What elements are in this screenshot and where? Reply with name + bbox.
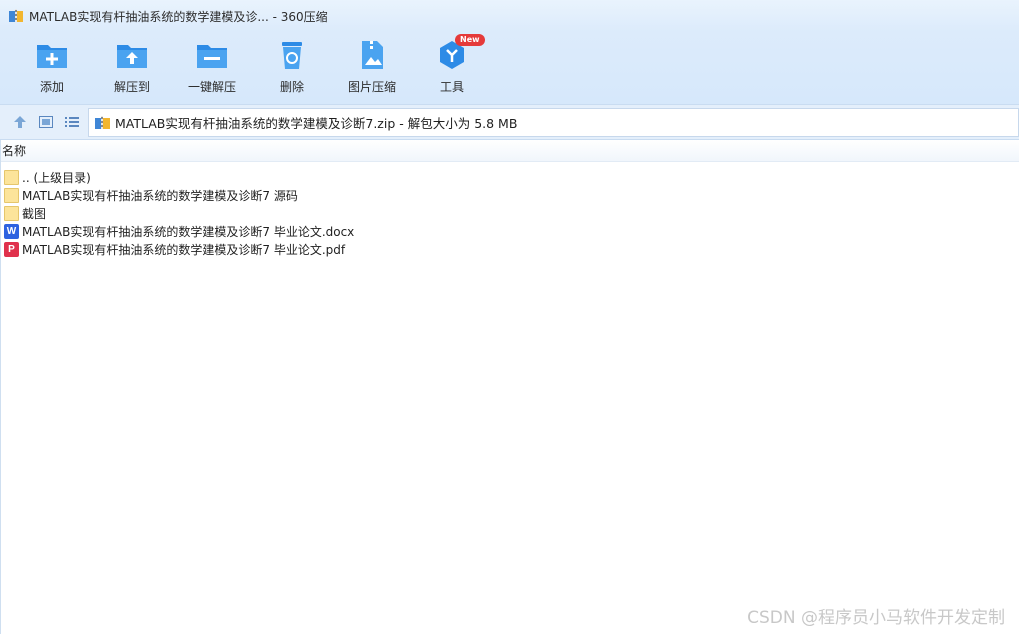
folder-icon [4, 187, 19, 203]
tools-label: 工具 [439, 80, 464, 94]
path-field[interactable]: MATLAB实现有杆抽油系统的数学建模及诊断7.zip - 解包大小为 5.8 … [88, 108, 1019, 137]
zip-archive-icon [95, 115, 110, 129]
archive-path-text: MATLAB实现有杆抽油系统的数学建模及诊断7.zip - 解包大小为 5.8 … [115, 116, 518, 131]
list-item-parent-dir[interactable]: .. (上级目录) [1, 168, 1019, 186]
up-arrow-icon[interactable] [12, 114, 28, 130]
list-item-label: .. (上级目录) [22, 170, 91, 185]
new-badge: New [455, 34, 485, 46]
delete-button[interactable]: 删除 [257, 38, 327, 98]
column-header-label: 名称 [2, 144, 27, 158]
title-bar: MATLAB实现有杆抽油系统的数学建模及诊... - 360压缩 [0, 0, 1019, 32]
window-title: MATLAB实现有杆抽油系统的数学建模及诊... - 360压缩 [29, 9, 328, 24]
list-item-label: MATLAB实现有杆抽油系统的数学建模及诊断7 毕业论文.docx [22, 224, 355, 239]
delete-label: 删除 [279, 80, 304, 94]
toolbar: 添加 解压到 一键解压 删除 图片压缩 New 工具 [0, 32, 1019, 104]
image-compress-icon [362, 41, 383, 69]
tools-button[interactable]: New 工具 [417, 34, 487, 98]
one-click-extract-icon [197, 45, 227, 68]
address-bar: MATLAB实现有杆抽油系统的数学建模及诊断7.zip - 解包大小为 5.8 … [0, 104, 1019, 140]
folder-icon [4, 169, 19, 185]
list-item-label: MATLAB实现有杆抽油系统的数学建模及诊断7 源码 [22, 188, 298, 203]
folder-icon [4, 205, 19, 221]
list-item-docx-file[interactable]: W MATLAB实现有杆抽油系统的数学建模及诊断7 毕业论文.docx [1, 222, 1019, 240]
list-item-pdf-file[interactable]: P MATLAB实现有杆抽油系统的数学建模及诊断7 毕业论文.pdf [1, 240, 1019, 258]
add-folder-icon [37, 45, 67, 68]
extract-to-button[interactable]: 解压到 [97, 38, 167, 98]
extract-to-label: 解压到 [113, 80, 150, 94]
list-item-label: MATLAB实现有杆抽油系统的数学建模及诊断7 毕业论文.pdf [22, 242, 346, 257]
column-header-name[interactable]: 名称 [1, 140, 1019, 162]
image-compress-label: 图片压缩 [347, 80, 396, 94]
recycle-bin-icon [282, 42, 302, 69]
file-list: 名称 .. (上级目录) MATLAB实现有杆抽油系统的数学建模及诊断7 源码 … [0, 140, 1019, 634]
thumbnail-view-icon[interactable] [38, 114, 54, 130]
add-label: 添加 [39, 80, 64, 94]
add-button[interactable]: 添加 [17, 38, 87, 98]
watermark-text: CSDN @程序员小马软件开发定制 [747, 608, 1005, 628]
one-click-extract-button[interactable]: 一键解压 [177, 38, 247, 98]
app-icon [9, 9, 23, 22]
image-compress-button[interactable]: 图片压缩 [337, 38, 407, 98]
list-view-icon[interactable] [64, 114, 80, 130]
list-item-label: 截图 [22, 206, 47, 221]
list-item-source-folder[interactable]: MATLAB实现有杆抽油系统的数学建模及诊断7 源码 [1, 186, 1019, 204]
word-document-icon: W [4, 223, 19, 239]
extract-to-icon [117, 45, 147, 68]
tools-icon-wrap: New [435, 34, 485, 72]
one-click-extract-label: 一键解压 [187, 80, 236, 94]
pdf-document-icon: P [4, 241, 19, 257]
list-item-screenshot-folder[interactable]: 截图 [1, 204, 1019, 222]
